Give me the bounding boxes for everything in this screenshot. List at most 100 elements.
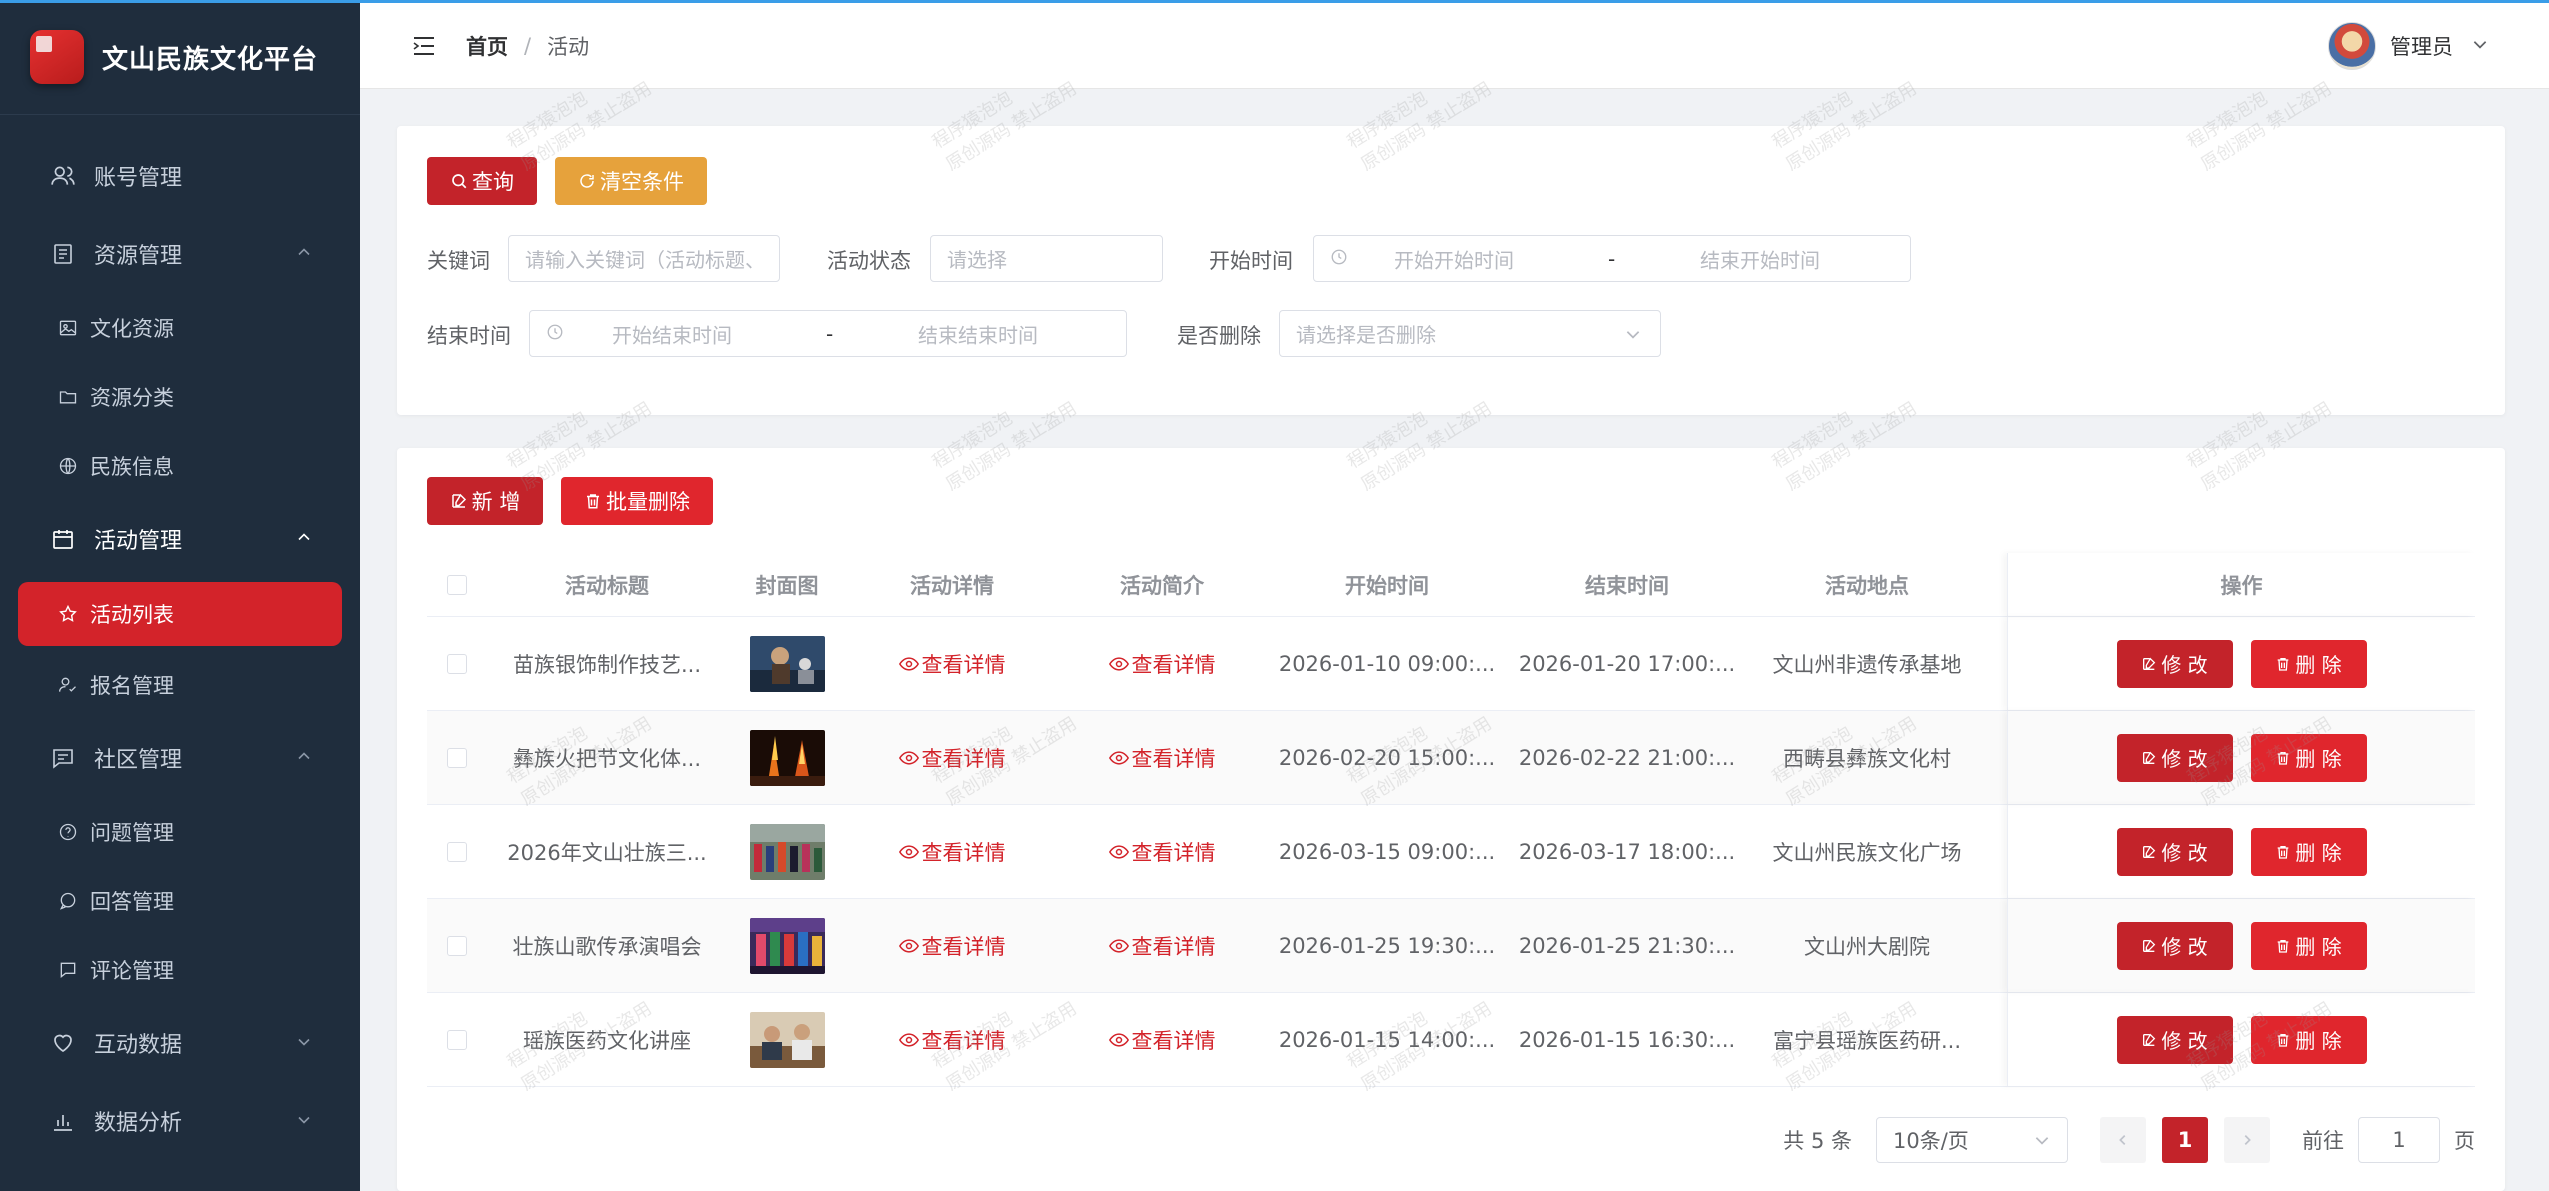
sidebar-item-registration[interactable]: 报名管理 — [0, 650, 360, 719]
sidebar-item-label: 活动列表 — [90, 603, 174, 627]
sidebar-item-resource-category[interactable]: 资源分类 — [0, 362, 360, 431]
breadcrumb-home[interactable]: 首页 — [466, 31, 508, 61]
view-intro-label: 查看详情 — [1131, 746, 1216, 771]
brand-title: 文山民族文化平台 — [102, 44, 319, 75]
add-button[interactable]: 新 增 — [427, 477, 543, 525]
deleted-select[interactable]: 请选择是否删除 — [1279, 310, 1661, 357]
row-checkbox[interactable] — [447, 841, 467, 862]
clear-conditions-button[interactable]: 清空条件 — [555, 157, 707, 205]
eye-icon — [898, 938, 919, 953]
view-detail-link[interactable]: 查看详情 — [898, 649, 1006, 679]
bar-chart-icon — [48, 1106, 78, 1136]
view-detail-label: 查看详情 — [921, 746, 1006, 771]
start-time-range[interactable]: 开始开始时间 - 结束开始时间 — [1313, 235, 1911, 282]
cell-intro: 查看详情 — [1057, 617, 1267, 710]
delete-button[interactable]: 删 除 — [2250, 827, 2367, 876]
page-size-select[interactable]: 10条/页 — [1876, 1117, 2068, 1163]
sidebar-item-activity-list[interactable]: 活动列表 — [18, 582, 342, 646]
eye-icon — [898, 1032, 919, 1047]
edit-button[interactable]: 修 改 — [2116, 733, 2233, 782]
table-panel: 新 增 批量删除 活动标题 封面图 活动详情 活动简介 开始时间 结束时间 活动… — [397, 448, 2505, 1191]
delete-label: 删 除 — [2295, 935, 2342, 959]
sidebar-item-interaction-group[interactable]: 互动数据 — [0, 1004, 360, 1082]
sidebar-item-comments[interactable]: 评论管理 — [0, 935, 360, 1004]
cell-detail: 查看详情 — [847, 617, 1057, 710]
row-checkbox[interactable] — [447, 747, 467, 768]
delete-button[interactable]: 删 除 — [2250, 1015, 2367, 1064]
image-icon — [56, 316, 80, 340]
prev-page-button[interactable] — [2100, 1117, 2146, 1163]
trash-icon — [2277, 939, 2289, 953]
view-detail-link[interactable]: 查看详情 — [898, 1025, 1006, 1055]
delete-label: 删 除 — [2295, 841, 2342, 865]
cover-image[interactable] — [749, 1011, 825, 1068]
view-detail-link[interactable]: 查看详情 — [898, 931, 1006, 961]
user-menu[interactable]: 管理员 — [2328, 21, 2489, 70]
heart-icon — [48, 1028, 78, 1058]
sidebar-item-label: 社区管理 — [94, 748, 183, 773]
avatar — [2328, 21, 2376, 70]
view-intro-link[interactable]: 查看详情 — [1108, 649, 1216, 679]
cover-image[interactable] — [749, 917, 825, 974]
view-detail-link[interactable]: 查看详情 — [898, 837, 1006, 867]
next-page-button[interactable] — [2224, 1117, 2270, 1163]
view-intro-link[interactable]: 查看详情 — [1108, 1025, 1216, 1055]
sidebar-item-analytics-group[interactable]: 数据分析 — [0, 1082, 360, 1160]
sidebar-item-activity-group[interactable]: 活动管理 — [0, 500, 360, 578]
sidebar-item-culture-resource[interactable]: 文化资源 — [0, 293, 360, 362]
add-button-label: 新 增 — [471, 490, 521, 514]
refresh-icon — [578, 172, 600, 190]
end-time-range[interactable]: 开始结束时间 - 结束结束时间 — [529, 310, 1127, 357]
select-all-checkbox[interactable] — [447, 574, 467, 595]
sidebar-item-questions[interactable]: 问题管理 — [0, 797, 360, 866]
trash-icon — [584, 492, 606, 510]
cover-image[interactable] — [749, 729, 825, 786]
sidebar-item-resource-group[interactable]: 资源管理 — [0, 215, 360, 293]
row-select-cell — [427, 993, 487, 1086]
cell-start: 2026-02-20 15:00:... — [1278, 745, 1496, 770]
row-checkbox[interactable] — [447, 653, 467, 674]
row-checkbox[interactable] — [447, 935, 467, 956]
view-intro-link[interactable]: 查看详情 — [1108, 931, 1216, 961]
sidebar-item-ethnic-info[interactable]: 民族信息 — [0, 431, 360, 500]
view-intro-link[interactable]: 查看详情 — [1108, 743, 1216, 773]
delete-button[interactable]: 删 除 — [2250, 921, 2367, 970]
edit-button[interactable]: 修 改 — [2116, 1015, 2233, 1064]
page-number-current[interactable]: 1 — [2162, 1117, 2208, 1163]
sidebar-item-answers[interactable]: 回答管理 — [0, 866, 360, 935]
edit-button[interactable]: 修 改 — [2116, 639, 2233, 688]
range-separator: - — [826, 321, 834, 346]
clock-icon — [1330, 247, 1348, 271]
start-range-to: 结束开始时间 — [1700, 248, 1820, 272]
view-detail-link[interactable]: 查看详情 — [898, 743, 1006, 773]
edit-icon — [2143, 657, 2156, 670]
eye-icon — [1108, 656, 1129, 671]
delete-button[interactable]: 删 除 — [2250, 733, 2367, 782]
cover-image[interactable] — [749, 635, 825, 692]
question-icon — [56, 820, 80, 844]
goto-page-input[interactable]: 1 — [2358, 1117, 2440, 1163]
edit-button[interactable]: 修 改 — [2116, 921, 2233, 970]
cover-image[interactable] — [749, 823, 825, 880]
keyword-input[interactable]: 请输入关键词（活动标题、 — [508, 235, 780, 282]
menu-toggle-icon[interactable] — [410, 32, 438, 60]
cell-cover — [727, 899, 847, 992]
view-intro-link[interactable]: 查看详情 — [1108, 837, 1216, 867]
status-select[interactable]: 请选择 — [930, 235, 1163, 282]
chevron-right-icon — [2244, 1135, 2251, 1145]
eye-icon — [1108, 844, 1129, 859]
row-select-cell — [427, 899, 487, 992]
query-button[interactable]: 查询 — [427, 157, 537, 205]
cell-location: 文山州大剧院 — [1804, 934, 1930, 959]
sidebar-item-account[interactable]: 账号管理 — [0, 137, 360, 215]
edit-button[interactable]: 修 改 — [2116, 827, 2233, 876]
cell-end: 2026-01-20 17:00:... — [1518, 651, 1736, 676]
batch-delete-button[interactable]: 批量删除 — [561, 477, 713, 525]
range-separator: - — [1608, 246, 1616, 271]
row-checkbox[interactable] — [447, 1029, 467, 1050]
eye-icon — [898, 844, 919, 859]
globe-icon — [56, 454, 80, 478]
delete-button[interactable]: 删 除 — [2250, 639, 2367, 688]
bubble-icon — [56, 889, 80, 913]
sidebar-item-community-group[interactable]: 社区管理 — [0, 719, 360, 797]
